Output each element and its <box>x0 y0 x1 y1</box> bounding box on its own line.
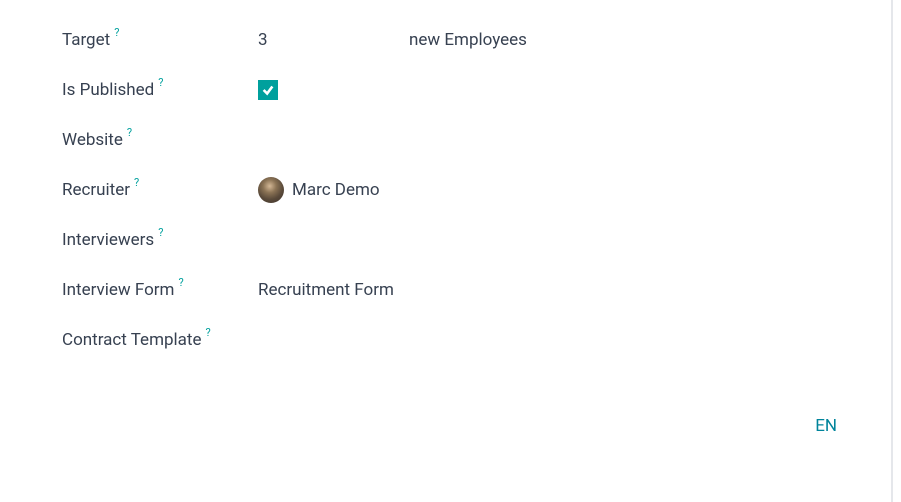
help-icon[interactable]: ? <box>178 276 183 289</box>
help-icon[interactable]: ? <box>158 76 163 89</box>
help-icon[interactable]: ? <box>114 26 119 39</box>
label-target: Target ? <box>62 30 258 50</box>
label-interviewers: Interviewers ? <box>62 230 258 250</box>
label-contract-template: Contract Template ? <box>62 330 258 350</box>
value-is-published <box>258 80 278 100</box>
label-is-published: Is Published ? <box>62 80 258 100</box>
label-interviewers-text: Interviewers <box>62 230 154 250</box>
checkbox-is-published[interactable] <box>258 80 278 100</box>
help-icon[interactable]: ? <box>127 126 132 139</box>
label-is-published-text: Is Published <box>62 80 154 100</box>
label-interview-form-text: Interview Form <box>62 280 174 300</box>
target-number: 3 <box>258 30 409 50</box>
label-website-text: Website <box>62 130 123 150</box>
label-interview-form: Interview Form ? <box>62 280 258 300</box>
row-website: Website ? <box>62 116 891 164</box>
row-is-published: Is Published ? <box>62 66 891 114</box>
interview-form-value: Recruitment Form <box>258 280 394 300</box>
language-badge[interactable]: EN <box>815 416 837 436</box>
avatar <box>258 177 284 203</box>
target-suffix: new Employees <box>409 30 527 50</box>
label-contract-template-text: Contract Template <box>62 330 201 350</box>
row-interview-form: Interview Form ? Recruitment Form <box>62 266 891 314</box>
help-icon[interactable]: ? <box>134 176 139 189</box>
value-recruiter[interactable]: Marc Demo <box>258 177 380 203</box>
row-recruiter: Recruiter ? Marc Demo <box>62 166 891 214</box>
row-target: Target ? 3 new Employees <box>62 16 891 64</box>
label-website: Website ? <box>62 130 258 150</box>
form-container: Target ? 3 new Employees Is Published ? … <box>0 0 893 502</box>
label-target-text: Target <box>62 30 110 50</box>
row-contract-template: Contract Template ? <box>62 316 891 364</box>
help-icon[interactable]: ? <box>158 226 163 239</box>
recruiter-name: Marc Demo <box>292 180 380 200</box>
value-target[interactable]: 3 new Employees <box>258 30 527 50</box>
label-recruiter-text: Recruiter <box>62 180 130 200</box>
row-interviewers: Interviewers ? <box>62 216 891 264</box>
check-icon <box>261 83 275 97</box>
help-icon[interactable]: ? <box>205 326 210 339</box>
value-interview-form[interactable]: Recruitment Form <box>258 280 394 300</box>
label-recruiter: Recruiter ? <box>62 180 258 200</box>
